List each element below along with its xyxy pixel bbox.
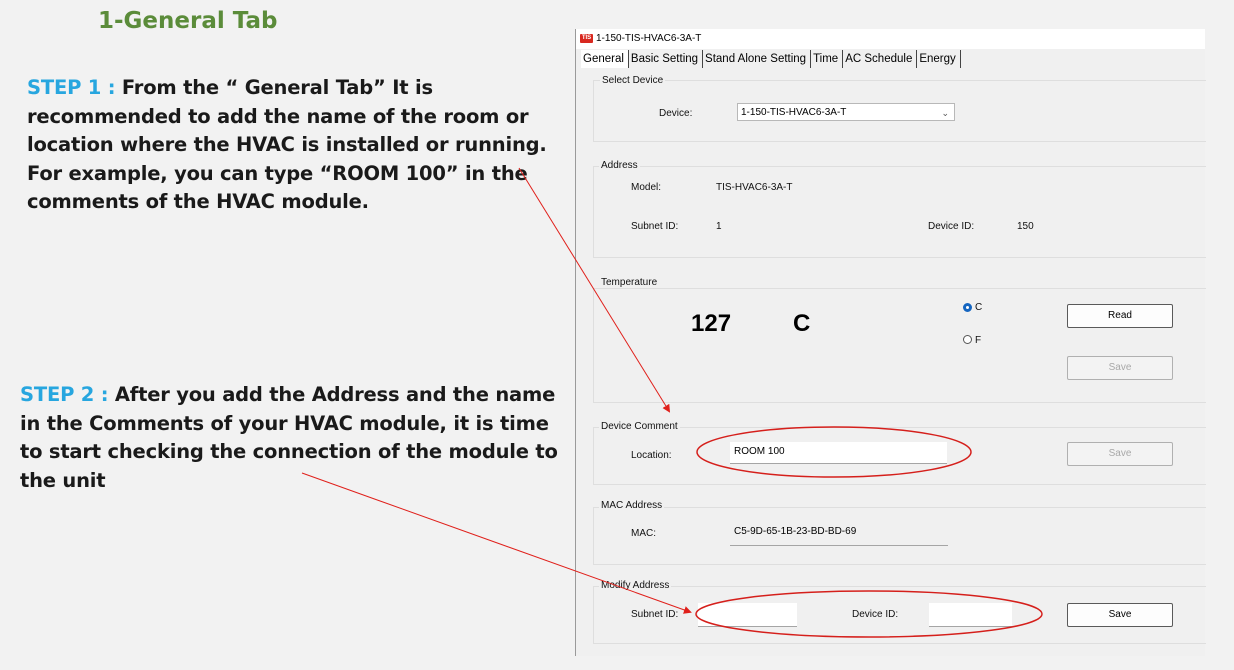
highlight-ellipse-modify-address [695, 590, 1043, 638]
annotation-overlay [301, 167, 1043, 638]
highlight-ellipse-location [696, 426, 972, 478]
arrow-step1-to-comment [518, 167, 671, 413]
arrow-step2-to-modify-address [301, 472, 692, 614]
